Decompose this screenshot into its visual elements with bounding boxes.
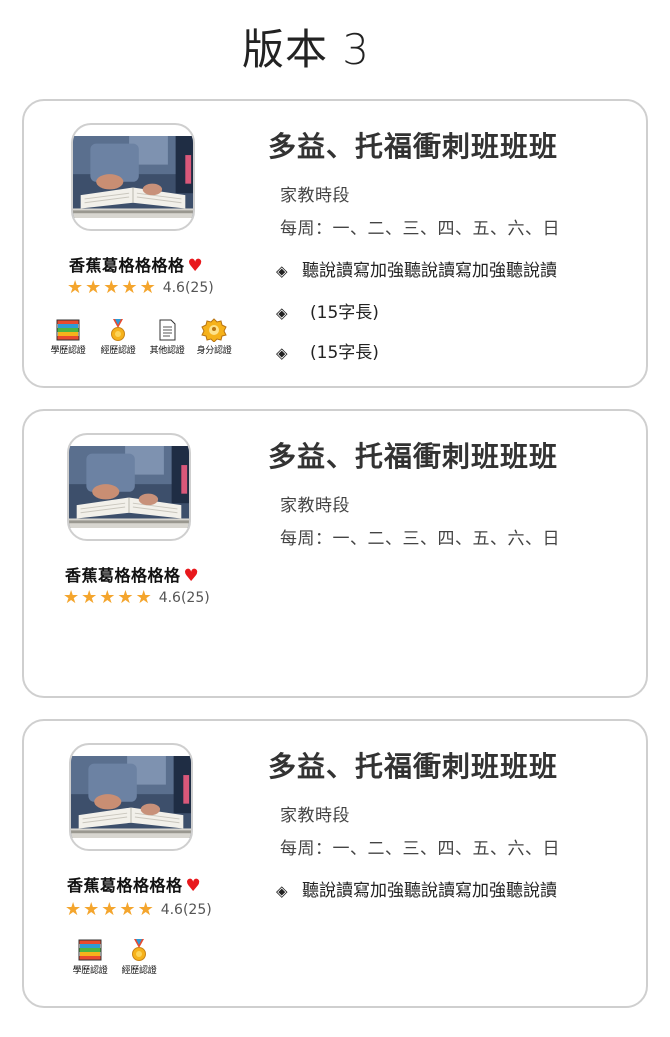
rating-text: 4.6(25) [162,280,214,296]
teacher-photo-image [67,446,191,528]
diamond-bullet-icon: ◈ [276,304,288,322]
schedule: 每周：一、二、三、四、五、六、日 [280,219,560,239]
diamond-bullet-icon: ◈ [276,262,288,280]
teacher-photo[interactable] [69,743,193,851]
badge-experience: 經歷認證 [117,938,161,976]
feature-item: ◈ 聽說讀寫加強聽說讀寫加強聽說讀 [276,881,557,901]
page-title: 版本 3 [241,25,371,74]
teacher-name[interactable]: 香蕉葛格格格格 ♥ [67,872,201,896]
teacher-name[interactable]: 香蕉葛格格格格 ♥ [65,562,199,586]
teacher-name-text: 香蕉葛格格格格 [67,876,183,895]
star-icon: ★ [139,277,156,298]
books-icon [78,939,102,961]
badge-experience: 經歷認證 [96,318,140,356]
document-icon [159,319,176,341]
badge-label: 學歷認證 [50,346,86,356]
teacher-name-text: 香蕉葛格格格格 [69,256,185,275]
time-label: 家教時段 [280,496,350,516]
star-icon: ★ [99,587,116,608]
badge-education: 學歷認證 [68,938,112,976]
star-icon: ★ [137,899,154,920]
course-title[interactable]: 多益、托福衝刺班班班 [268,125,558,165]
star-icon: ★ [65,899,82,920]
star-icon: ★ [135,587,152,608]
diamond-bullet-icon: ◈ [276,882,288,900]
tutor-card[interactable]: 香蕉葛格格格格 ♥ ★ ★ ★ ★ ★ 4.6(25) 學歷認證 經歷認證 多益、… [22,719,648,1008]
heart-icon[interactable]: ♥ [184,566,200,586]
star-icon: ★ [83,899,100,920]
star-icon: ★ [63,587,80,608]
star-icon: ★ [85,277,102,298]
time-label: 家教時段 [280,806,350,826]
teacher-photo-image [71,136,195,218]
teacher-name[interactable]: 香蕉葛格格格格 ♥ [69,252,203,276]
feature-item: ◈ (15字長) [276,303,379,323]
badge-label: 其他認證 [149,346,185,356]
teacher-photo[interactable] [71,123,195,231]
id-badge-icon [201,318,227,342]
rating: ★ ★ ★ ★ ★ 4.6(25) [67,279,214,297]
teacher-photo-image [69,756,193,838]
badge-label: 經歷認證 [100,346,136,356]
medal-icon [132,939,146,961]
badge-other: 其他認證 [145,318,189,356]
heart-icon[interactable]: ♥ [186,876,202,896]
badge-identity: 身分認證 [192,318,236,356]
teacher-name-text: 香蕉葛格格格格 [65,566,181,585]
badge-label: 身分認證 [196,346,232,356]
rating-text: 4.6(25) [158,590,210,606]
rating: ★ ★ ★ ★ ★ 4.6(25) [63,589,210,607]
course-title[interactable]: 多益、托福衝刺班班班 [268,435,558,475]
time-label: 家教時段 [280,186,350,206]
tutor-card[interactable]: 香蕉葛格格格格 ♥ ★ ★ ★ ★ ★ 4.6(25) 學歷認證 經歷認證 其他認… [22,99,648,388]
badge-label: 經歷認證 [121,966,157,976]
star-icon: ★ [81,587,98,608]
teacher-photo[interactable] [67,433,191,541]
schedule: 每周：一、二、三、四、五、六、日 [280,839,560,859]
star-icon: ★ [121,277,138,298]
rating: ★ ★ ★ ★ ★ 4.6(25) [65,901,212,919]
tutor-card[interactable]: 香蕉葛格格格格 ♥ ★ ★ ★ ★ ★ 4.6(25) 多益、托福衝刺班班班 家教… [22,409,648,698]
rating-text: 4.6(25) [160,902,212,918]
schedule: 每周：一、二、三、四、五、六、日 [280,529,560,549]
heart-icon[interactable]: ♥ [188,256,204,276]
star-icon: ★ [101,899,118,920]
badge-education: 學歷認證 [46,318,90,356]
star-icon: ★ [103,277,120,298]
badge-label: 學歷認證 [72,966,108,976]
star-icon: ★ [119,899,136,920]
diamond-bullet-icon: ◈ [276,344,288,362]
feature-item: ◈ (15字長) [276,343,379,363]
medal-icon [111,319,125,341]
books-icon [56,319,80,341]
star-icon: ★ [67,277,84,298]
star-icon: ★ [117,587,134,608]
course-title[interactable]: 多益、托福衝刺班班班 [268,745,558,785]
feature-item: ◈ 聽說讀寫加強聽說讀寫加強聽說讀 [276,261,557,281]
